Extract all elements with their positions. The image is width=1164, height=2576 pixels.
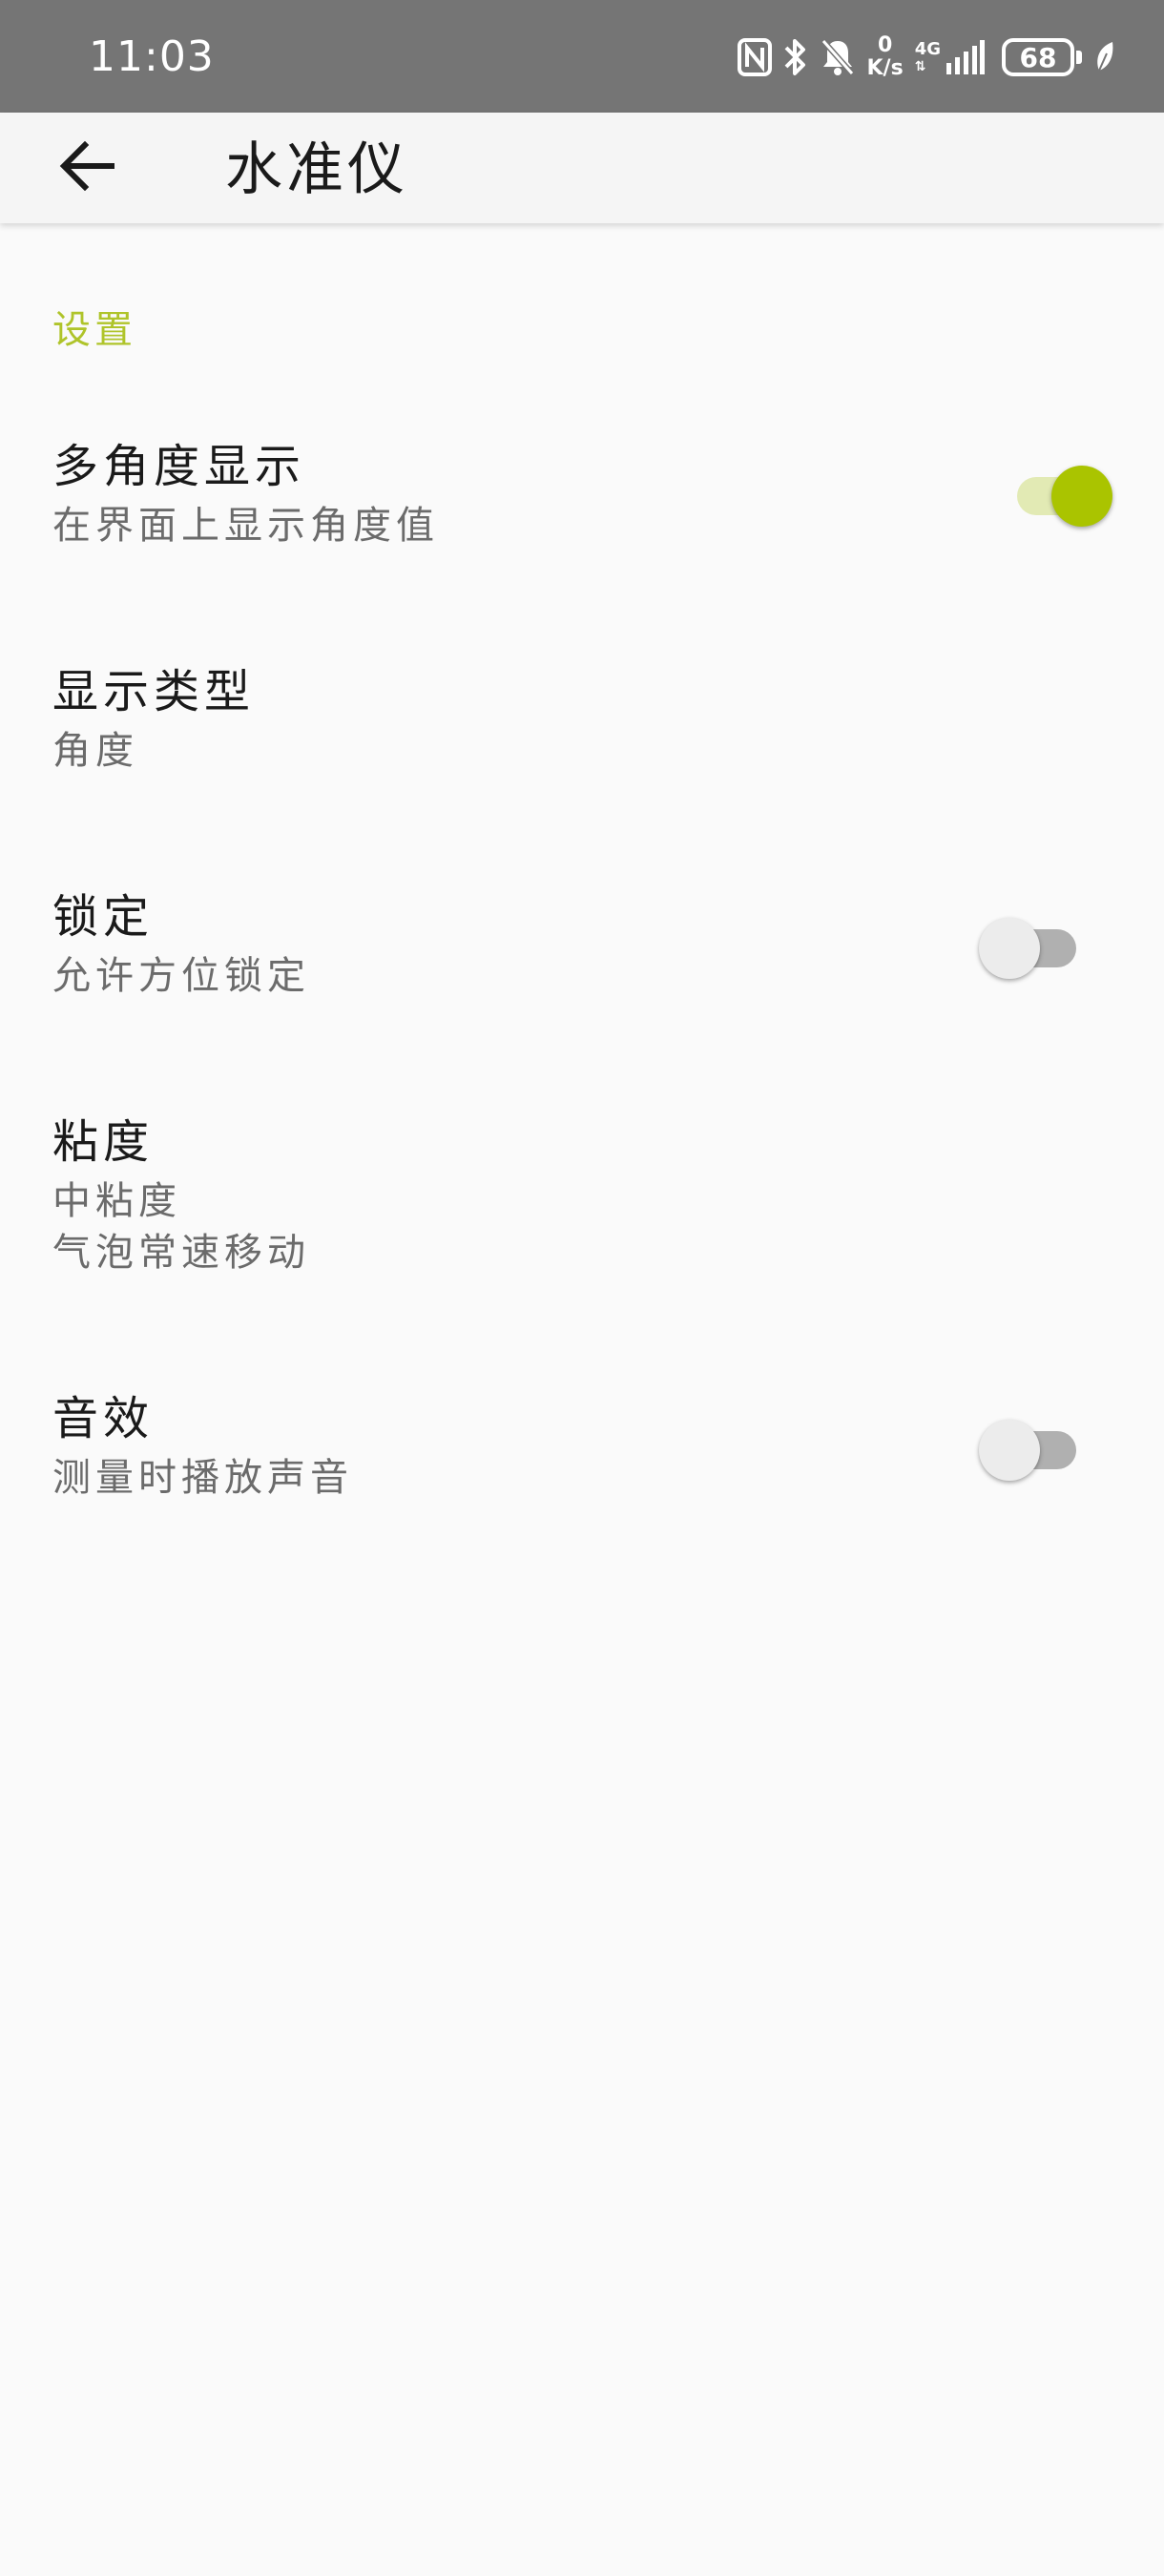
net-speed-unit: K/s — [866, 56, 904, 80]
section-header-settings: 设置 — [52, 308, 136, 352]
app-toolbar: 水准仪 — [0, 113, 1164, 223]
pref-title: 粘度 — [52, 1115, 155, 1169]
leaf-icon — [1093, 40, 1116, 74]
switch-thumb — [1051, 466, 1112, 527]
battery-indicator: 68 — [1002, 38, 1082, 76]
pref-summary: 测量时播放声音 — [52, 1456, 353, 1500]
data-arrows-icon: ⇅ — [914, 59, 926, 74]
net-speed: 0 K/s — [867, 34, 904, 80]
back-button[interactable] — [48, 134, 126, 202]
network-type-label: 4G — [914, 39, 941, 59]
network-type: 4G ⇅ — [914, 39, 941, 75]
multi-angle-display-switch[interactable] — [1004, 454, 1112, 530]
bluetooth-icon — [783, 37, 808, 77]
pref-sound-effects[interactable]: 音效 测量时播放声音 — [0, 1372, 1164, 1525]
arrow-back-icon — [58, 140, 115, 195]
pref-title: 多角度显示 — [52, 440, 306, 493]
status-bar: 11:03 0 K/s 4G ⇅ 68 — [0, 0, 1164, 113]
sound-effects-switch[interactable] — [979, 1408, 1084, 1485]
page-title: 水准仪 — [225, 136, 408, 203]
pref-summary: 在界面上显示角度值 — [52, 504, 439, 548]
battery-level: 68 — [1019, 41, 1057, 73]
pref-title: 锁定 — [52, 890, 155, 944]
lock-switch[interactable] — [979, 906, 1084, 983]
pref-summary: 中粘度 — [52, 1179, 181, 1223]
bell-muted-icon — [820, 37, 856, 77]
pref-display-type[interactable]: 显示类型 角度 — [0, 645, 1164, 798]
pref-title: 显示类型 — [52, 665, 256, 718]
pref-summary: 允许方位锁定 — [52, 954, 310, 998]
pref-lock[interactable]: 锁定 允许方位锁定 — [0, 870, 1164, 1023]
status-icons: 0 K/s 4G ⇅ 68 — [737, 29, 1117, 86]
nfc-icon — [737, 38, 772, 76]
pref-multi-angle-display[interactable]: 多角度显示 在界面上显示角度值 — [0, 420, 1164, 572]
switch-thumb — [979, 1420, 1040, 1481]
pref-summary: 角度 — [52, 729, 138, 773]
pref-viscosity[interactable]: 粘度 中粘度 气泡常速移动 — [0, 1095, 1164, 1305]
status-time: 11:03 — [89, 32, 215, 81]
net-speed-value: 0 — [877, 33, 893, 57]
switch-thumb — [979, 918, 1040, 979]
pref-title: 音效 — [52, 1392, 155, 1445]
signal-icon — [946, 40, 985, 74]
pref-summary-detail: 气泡常速移动 — [52, 1231, 310, 1275]
